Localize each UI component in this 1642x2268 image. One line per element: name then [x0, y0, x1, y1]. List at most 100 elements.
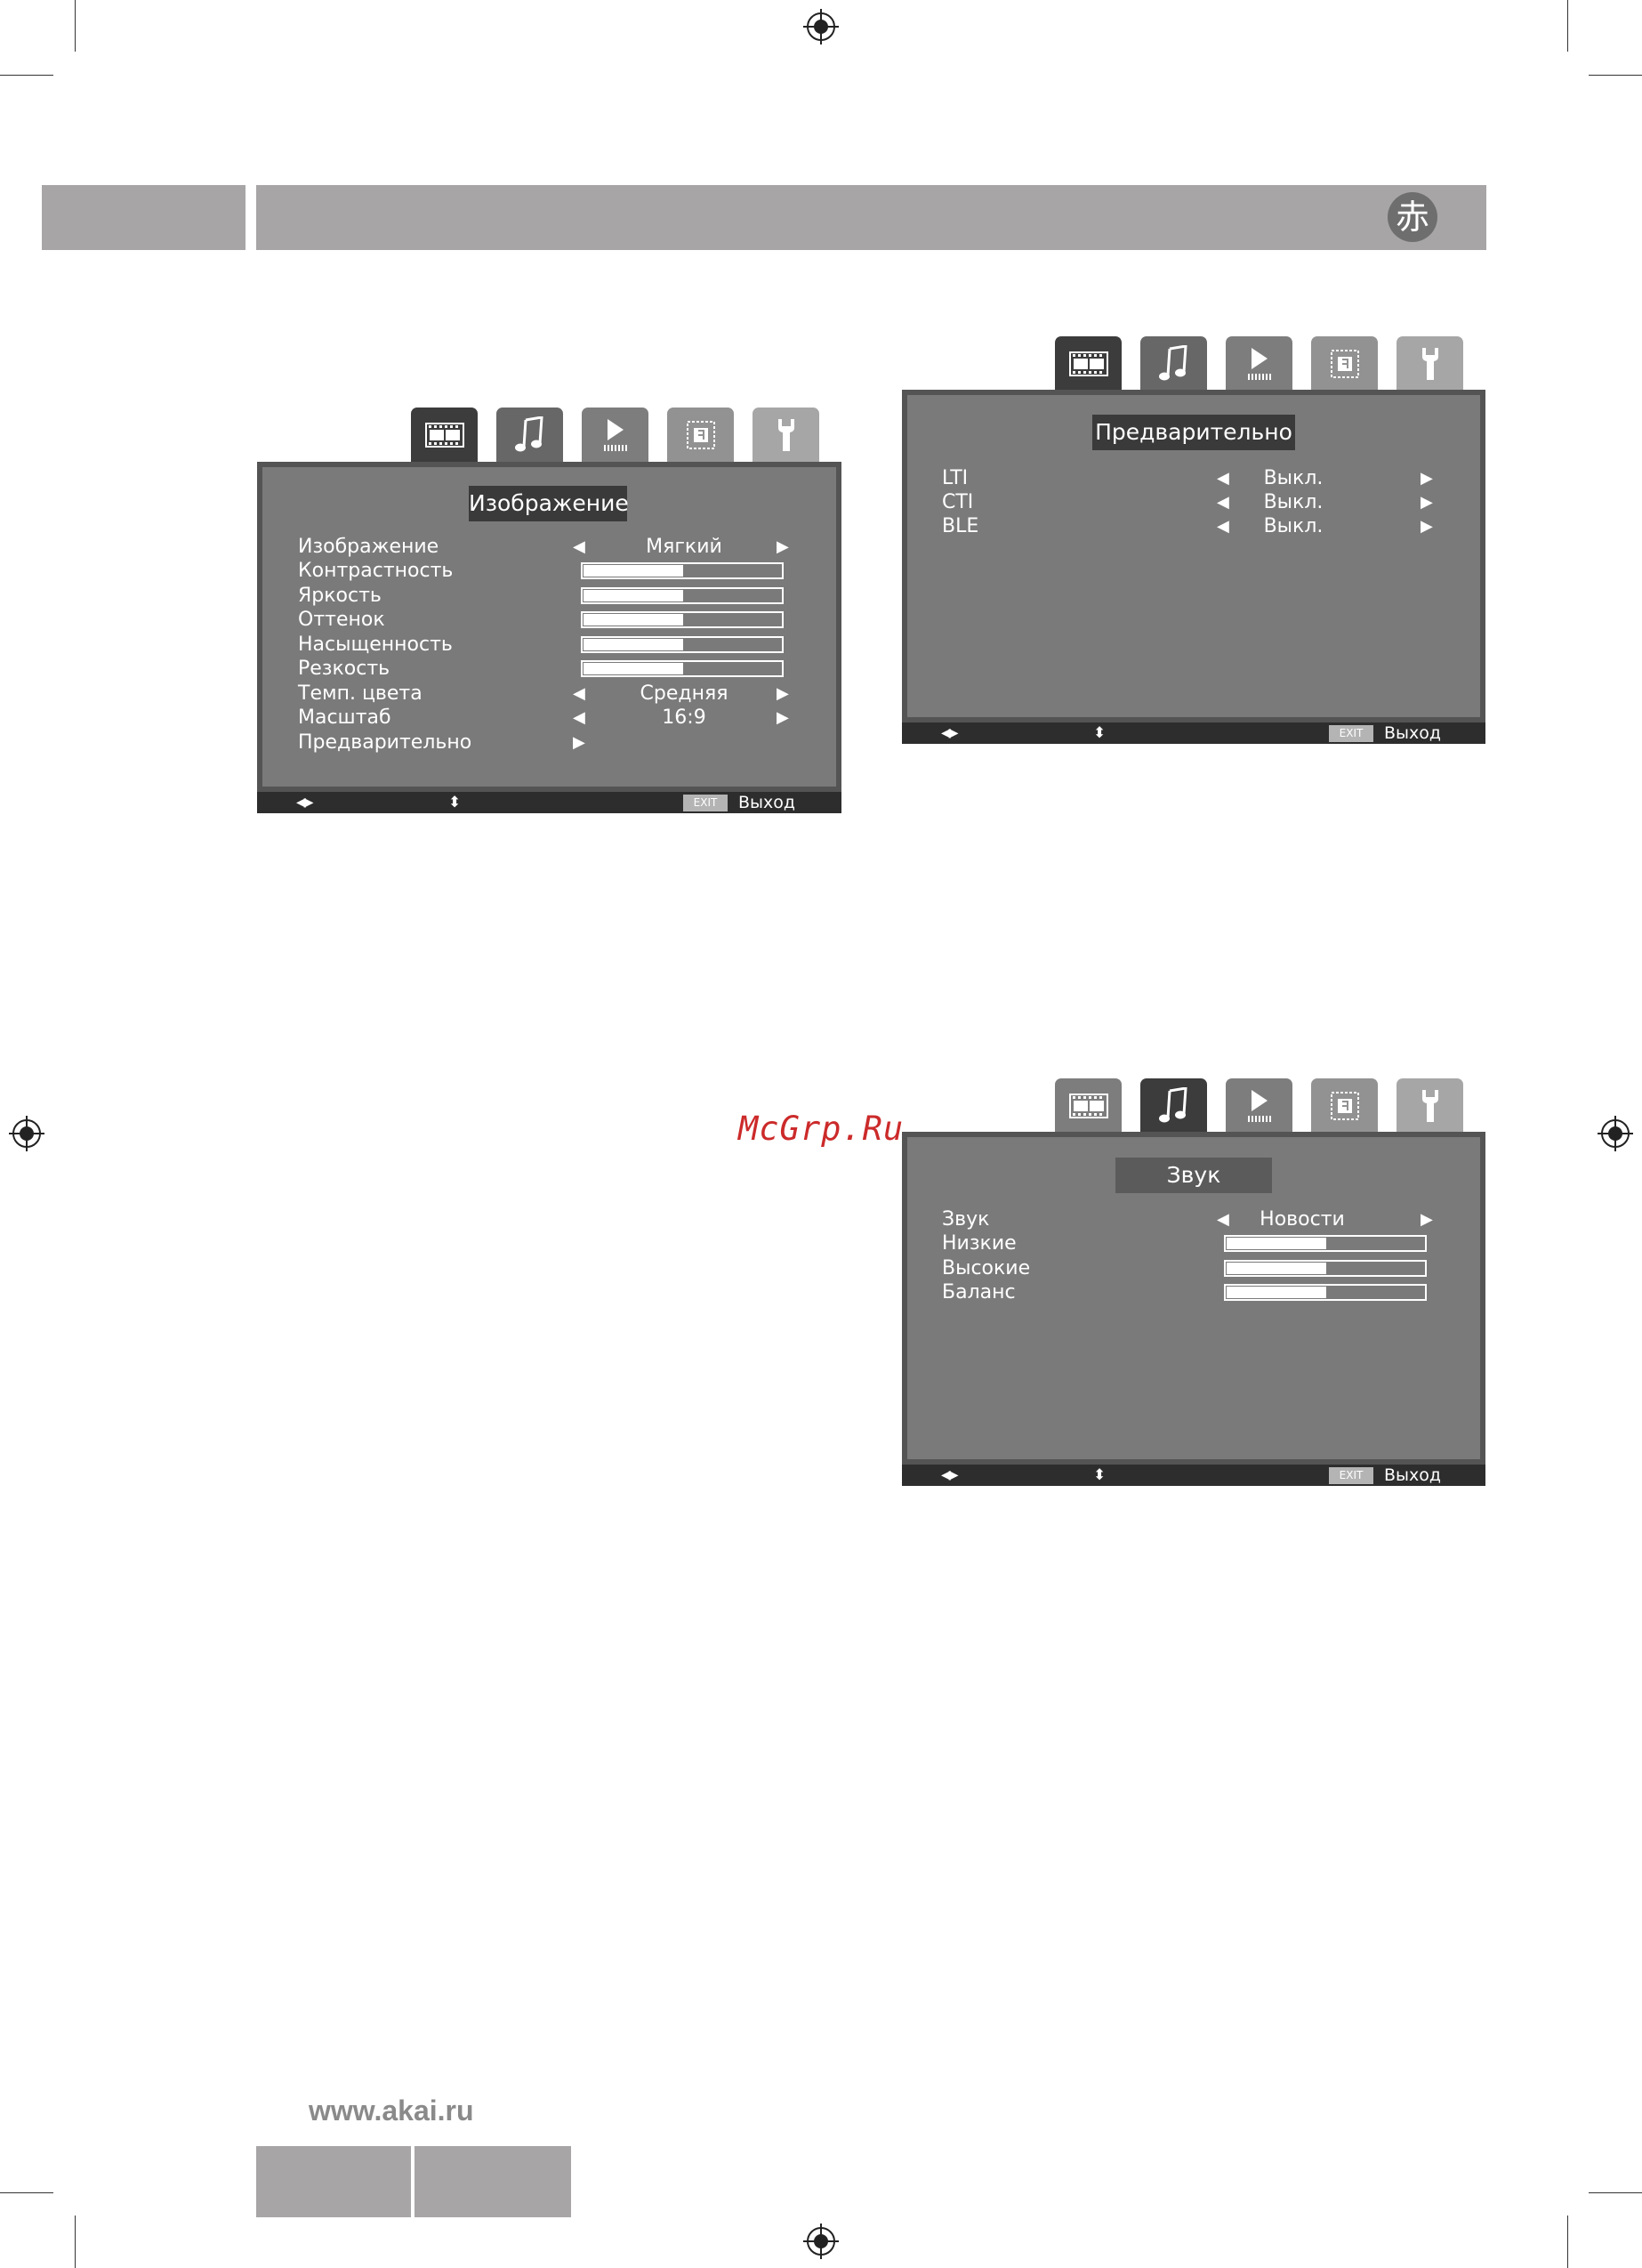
exit-label: Выход [1384, 1465, 1442, 1485]
sound-row-mode[interactable]: Звук ◀ Новости ▶ [902, 1207, 1485, 1231]
arrow-left-icon[interactable]: ◀ [1217, 466, 1229, 490]
picture-row-brightness[interactable]: Яркость [257, 584, 841, 608]
arrow-right-icon[interactable]: ▶ [777, 535, 789, 559]
picture-row-contrast[interactable]: Контрастность [257, 559, 841, 583]
exit-key[interactable]: EXIT [683, 795, 728, 811]
tab-sound[interactable] [496, 408, 563, 463]
brightness-slider[interactable] [581, 587, 784, 604]
picture-row-advanced[interactable]: Предварительно ▶ [257, 730, 841, 755]
sound-menu-tabs [1055, 1078, 1464, 1134]
row-label: BLE [942, 515, 979, 537]
music-icon [1158, 345, 1187, 381]
tab-screen[interactable] [1311, 336, 1378, 391]
screen-icon [686, 421, 715, 449]
arrow-left-icon[interactable]: ◀ [1217, 514, 1229, 538]
exit-key[interactable]: EXIT [1329, 725, 1373, 742]
row-label: LTI [942, 467, 969, 489]
picture-menu-title: Изображение [469, 486, 629, 521]
row-label: Высокие [942, 1257, 1031, 1279]
picture-row-saturation[interactable]: Насыщенность [257, 633, 841, 657]
tab-sound[interactable] [1140, 336, 1207, 391]
sharpness-slider[interactable] [581, 660, 784, 677]
exit-key[interactable]: EXIT [1329, 1467, 1373, 1484]
play-icon [603, 419, 627, 451]
arrow-left-icon[interactable]: ◀ [573, 706, 585, 730]
crop-mark [75, 2216, 76, 2268]
arrow-right-icon[interactable]: ▶ [1421, 490, 1433, 514]
bass-slider[interactable] [1224, 1235, 1427, 1252]
registration-mark [803, 9, 839, 44]
registration-mark [803, 2224, 839, 2259]
music-icon [1158, 1087, 1187, 1123]
left-right-icon: ◀▶ [941, 726, 958, 740]
tab-play[interactable] [1226, 1078, 1292, 1134]
row-value: Новости [1260, 1208, 1345, 1231]
saturation-slider[interactable] [581, 636, 784, 653]
picture-row-mode[interactable]: Изображение ◀ Мягкий ▶ [257, 535, 841, 559]
picture-menu-footer: ◀▶ ⬍ EXIT Выход [257, 792, 841, 813]
website-link[interactable]: www.akai.ru [309, 2094, 474, 2127]
wrench-icon [777, 419, 794, 451]
tab-screen[interactable] [1311, 1078, 1378, 1134]
arrow-right-icon[interactable]: ▶ [1421, 466, 1433, 490]
picture-menu-tabs [411, 408, 820, 463]
row-value: Выкл. [1263, 491, 1324, 513]
arrow-left-icon[interactable]: ◀ [1217, 1207, 1229, 1231]
picture-icon [1068, 351, 1108, 376]
picture-row-color-temp[interactable]: Темп. цвета ◀ Средняя ▶ [257, 682, 841, 706]
arrow-right-icon[interactable]: ▶ [777, 706, 789, 730]
arrow-left-icon[interactable]: ◀ [573, 682, 585, 706]
row-value: Выкл. [1263, 515, 1324, 537]
tab-screen[interactable] [667, 408, 734, 463]
screen-icon [1330, 1092, 1359, 1120]
hue-slider[interactable] [581, 611, 784, 628]
row-label: Низкие [942, 1232, 1017, 1255]
tab-sound[interactable] [1140, 1078, 1207, 1134]
watermark: McGrp.Ru [738, 1110, 905, 1148]
row-value: Средняя [640, 682, 728, 705]
tab-settings[interactable] [1397, 336, 1463, 391]
crop-mark [0, 75, 53, 76]
tab-play[interactable] [582, 408, 648, 463]
balance-slider[interactable] [1224, 1284, 1427, 1301]
tab-settings[interactable] [1397, 1078, 1463, 1134]
sound-row-treble[interactable]: Высокие [902, 1256, 1485, 1280]
advanced-menu-title: Предварительно [1092, 415, 1295, 450]
crop-mark [1567, 2216, 1568, 2268]
arrow-right-icon[interactable]: ▶ [1421, 1207, 1433, 1231]
treble-slider[interactable] [1224, 1260, 1427, 1277]
crop-mark [1589, 2192, 1642, 2193]
sound-row-balance[interactable]: Баланс [902, 1280, 1485, 1304]
tab-play[interactable] [1226, 336, 1292, 391]
arrow-right-icon[interactable]: ▶ [1421, 514, 1433, 538]
arrow-left-icon[interactable]: ◀ [573, 535, 585, 559]
advanced-menu-tabs [1055, 336, 1464, 391]
sound-menu-panel: Звук Звук ◀ Новости ▶ Низкие Высокие Бал… [902, 1132, 1485, 1486]
picture-row-hue[interactable]: Оттенок [257, 608, 841, 632]
advanced-row-lti[interactable]: LTI ◀ Выкл. ▶ [902, 466, 1485, 490]
wrench-icon [1421, 1090, 1438, 1122]
picture-row-sharpness[interactable]: Резкость [257, 657, 841, 681]
picture-icon [424, 423, 464, 448]
row-label: Звук [942, 1208, 990, 1231]
contrast-slider[interactable] [581, 562, 784, 579]
up-down-icon: ⬍ [1093, 724, 1106, 742]
tab-picture[interactable] [1055, 336, 1122, 391]
arrow-right-icon[interactable]: ▶ [573, 730, 585, 755]
advanced-row-ble[interactable]: BLE ◀ Выкл. ▶ [902, 514, 1485, 538]
crop-mark [1589, 75, 1642, 76]
row-value: 16:9 [662, 706, 706, 729]
header-bar [256, 185, 1486, 250]
sound-row-bass[interactable]: Низкие [902, 1231, 1485, 1255]
picture-row-zoom[interactable]: Масштаб ◀ 16:9 ▶ [257, 706, 841, 730]
arrow-right-icon[interactable]: ▶ [777, 682, 789, 706]
arrow-left-icon[interactable]: ◀ [1217, 490, 1229, 514]
tab-picture[interactable] [1055, 1078, 1122, 1134]
advanced-row-cti[interactable]: CTI ◀ Выкл. ▶ [902, 490, 1485, 514]
row-label: Яркость [298, 585, 382, 607]
registration-mark [9, 1116, 44, 1151]
registration-mark [1598, 1116, 1633, 1151]
crop-mark [1567, 0, 1568, 52]
tab-picture[interactable] [411, 408, 478, 463]
tab-settings[interactable] [753, 408, 819, 463]
